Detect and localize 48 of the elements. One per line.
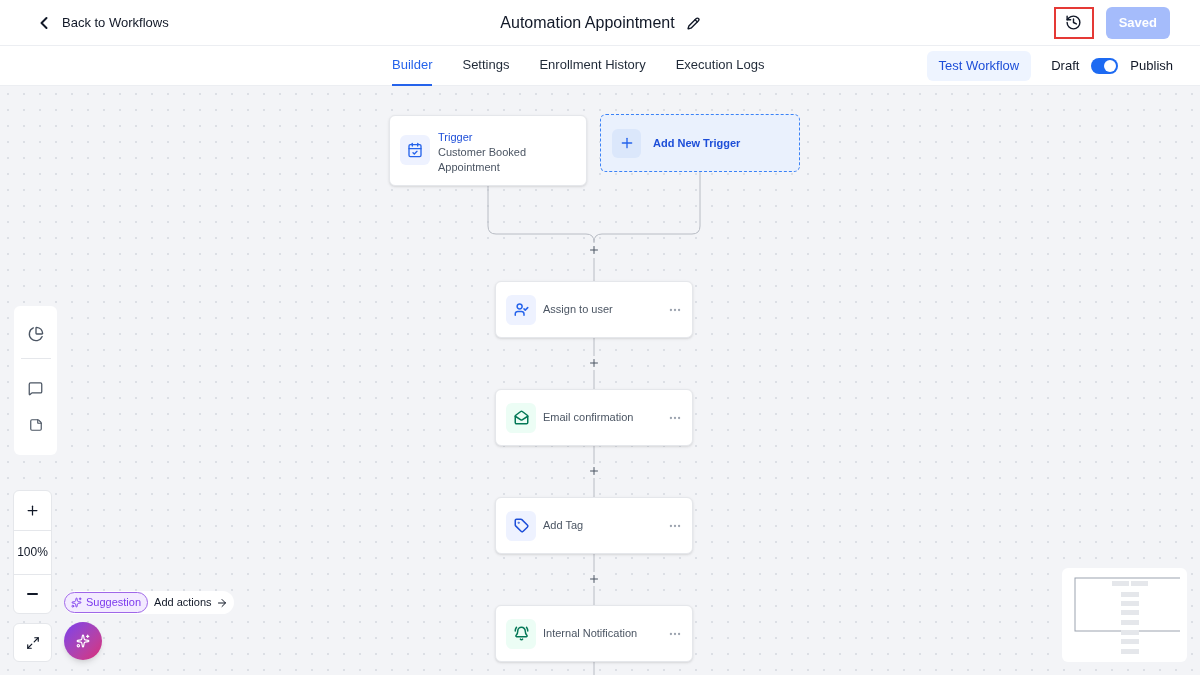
history-button[interactable]	[1053, 6, 1094, 39]
comment-icon[interactable]	[28, 381, 43, 396]
workflow-title: Automation Appointment	[500, 13, 675, 33]
action-label: Assign to user	[543, 302, 613, 318]
tag-icon	[506, 510, 536, 541]
add-trigger-label: Add New Trigger	[653, 135, 741, 151]
plus-icon	[588, 357, 600, 369]
publish-toggle[interactable]	[1091, 57, 1119, 74]
trigger-name: Customer Booked Appointment	[438, 145, 528, 175]
calendar-icon	[400, 135, 430, 165]
fit-view-button[interactable]	[13, 623, 52, 662]
draft-label: Draft	[1051, 56, 1080, 75]
plus-icon	[588, 465, 600, 477]
pie-chart-icon[interactable]	[27, 326, 44, 342]
action-card[interactable]: Add Tag	[495, 497, 693, 554]
edit-icon[interactable]	[686, 16, 700, 30]
sparkles-icon	[71, 597, 82, 608]
action-label: Internal Notification	[543, 626, 638, 642]
publish-label: Publish	[1130, 56, 1173, 75]
tab[interactable]: Execution Logs	[675, 46, 765, 86]
bell-icon	[506, 618, 536, 649]
add-actions-link[interactable]: Add actions	[154, 594, 228, 611]
trigger-heading: Trigger	[438, 130, 474, 145]
zoom-level: 100%	[14, 530, 51, 576]
ai-assistant-button[interactable]	[64, 622, 102, 660]
action-label: Add Tag	[543, 518, 584, 534]
arrow-right-icon	[215, 596, 228, 609]
history-icon	[1065, 14, 1083, 31]
minus-icon	[27, 593, 38, 596]
back-link[interactable]: Back to Workflows	[34, 12, 169, 33]
test-workflow-button[interactable]: Test Workflow	[926, 50, 1032, 81]
envelope-icon	[506, 402, 536, 433]
note-icon[interactable]	[28, 418, 43, 432]
trigger-card[interactable]: Trigger Customer Booked Appointment	[389, 115, 587, 186]
plus-icon	[588, 244, 600, 256]
sparkles-icon	[76, 634, 90, 648]
add-trigger-card[interactable]: Add New Trigger	[600, 114, 800, 172]
action-card[interactable]: Internal Notification	[495, 605, 693, 662]
action-label: Email confirmation	[543, 410, 634, 426]
suggestion-badge: Suggestion	[64, 592, 149, 613]
tab[interactable]: Settings	[462, 46, 510, 86]
plus-icon	[588, 573, 600, 585]
user-check-icon	[506, 294, 536, 325]
expand-icon	[25, 635, 40, 650]
tab[interactable]: Enrollment History	[539, 46, 646, 86]
action-card[interactable]: Email confirmation	[495, 389, 693, 446]
zoom-in-icon	[25, 502, 40, 518]
action-card[interactable]: Assign to user	[495, 281, 693, 338]
